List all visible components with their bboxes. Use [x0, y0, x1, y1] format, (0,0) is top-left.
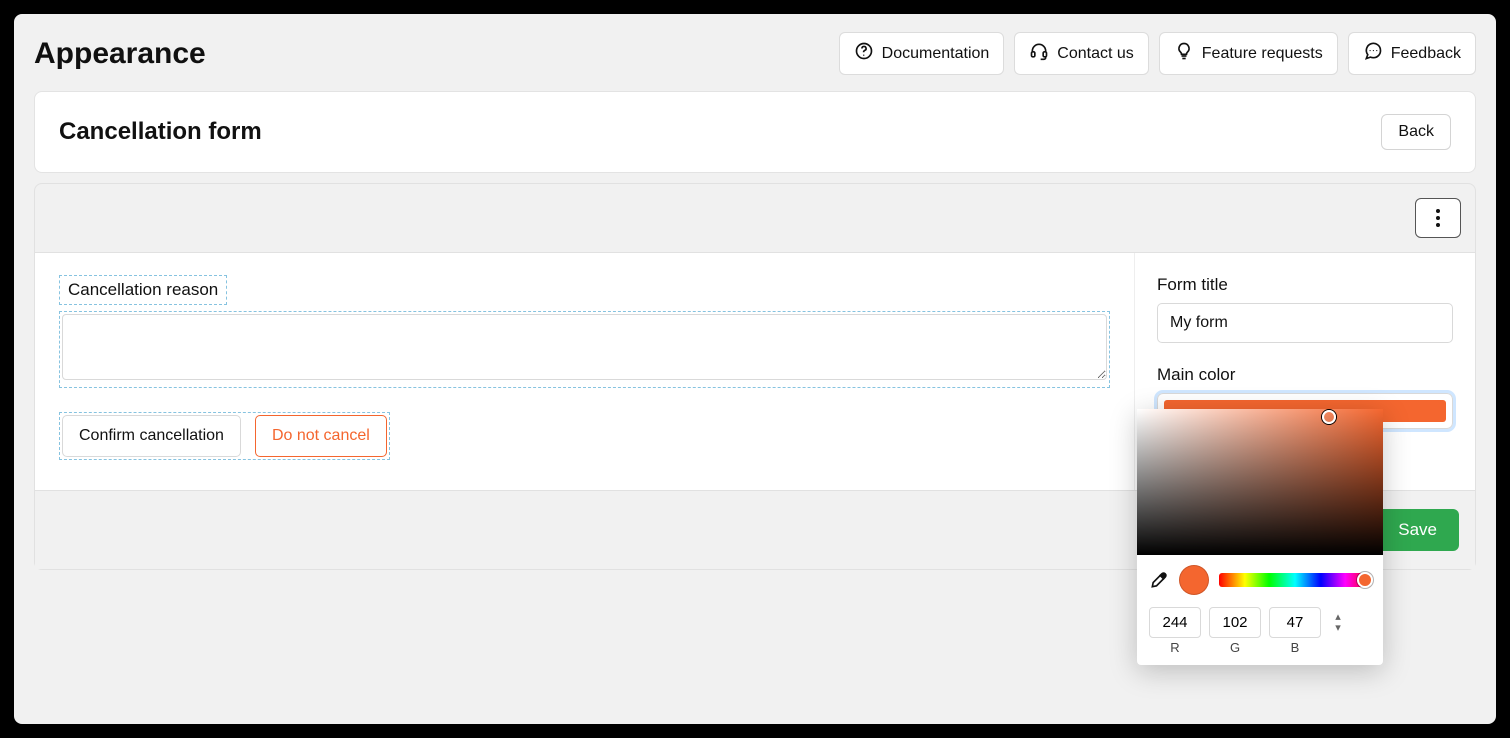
eyedropper-button[interactable]: [1149, 570, 1169, 590]
chat-icon: [1363, 41, 1383, 66]
chevron-up-icon: ▴: [1335, 612, 1341, 623]
feature-requests-label: Feature requests: [1202, 45, 1323, 63]
headset-icon: [1029, 41, 1049, 66]
editable-textarea-block[interactable]: [59, 311, 1110, 388]
reason-textarea[interactable]: [62, 314, 1107, 380]
header-actions: Documentation Contact us Feature request…: [839, 32, 1476, 75]
current-color-dot[interactable]: [1179, 565, 1209, 595]
b-input[interactable]: [1269, 607, 1321, 638]
editable-button-group[interactable]: Confirm cancellation Do not cancel: [59, 412, 390, 460]
hue-slider[interactable]: [1219, 573, 1371, 587]
saturation-value-panel[interactable]: [1137, 409, 1383, 555]
contact-us-label: Contact us: [1057, 45, 1133, 63]
lightbulb-icon: [1174, 41, 1194, 66]
subheader-card: Cancellation form Back: [34, 91, 1476, 173]
feature-requests-button[interactable]: Feature requests: [1159, 32, 1338, 75]
contact-us-button[interactable]: Contact us: [1014, 32, 1148, 75]
form-preview-pane: Cancellation reason Confirm cancellation…: [35, 253, 1135, 490]
editor-card: Cancellation reason Confirm cancellation…: [34, 183, 1476, 570]
feedback-label: Feedback: [1391, 45, 1461, 63]
back-button[interactable]: Back: [1381, 114, 1451, 150]
more-options-button[interactable]: [1415, 198, 1461, 238]
color-mode-toggle[interactable]: ▴ ▾: [1329, 612, 1347, 634]
r-input[interactable]: [1149, 607, 1201, 638]
help-circle-icon: [854, 41, 874, 66]
documentation-label: Documentation: [882, 45, 990, 63]
color-picker-popover: ▴ ▾ R G B: [1137, 409, 1383, 665]
editable-label-block[interactable]: Cancellation reason: [59, 275, 227, 305]
kebab-icon: [1436, 209, 1440, 227]
documentation-button[interactable]: Documentation: [839, 32, 1005, 75]
form-title-input[interactable]: [1157, 303, 1453, 343]
b-label: B: [1269, 640, 1321, 655]
g-input[interactable]: [1209, 607, 1261, 638]
eyedropper-icon: [1149, 577, 1169, 594]
form-title-heading: Cancellation form: [59, 118, 262, 146]
confirm-cancellation-button[interactable]: Confirm cancellation: [62, 415, 241, 457]
do-not-cancel-button[interactable]: Do not cancel: [255, 415, 387, 457]
form-title-label: Form title: [1157, 275, 1453, 295]
r-label: R: [1149, 640, 1201, 655]
settings-pane: Form title Main color: [1135, 253, 1475, 490]
hue-thumb[interactable]: [1357, 572, 1373, 588]
g-label: G: [1209, 640, 1261, 655]
sv-thumb[interactable]: [1322, 410, 1336, 424]
chevron-down-icon: ▾: [1335, 623, 1341, 634]
save-button[interactable]: Save: [1376, 509, 1459, 551]
feedback-button[interactable]: Feedback: [1348, 32, 1476, 75]
main-color-label: Main color: [1157, 365, 1453, 385]
reason-label: Cancellation reason: [68, 280, 218, 299]
page-title: Appearance: [34, 37, 206, 71]
